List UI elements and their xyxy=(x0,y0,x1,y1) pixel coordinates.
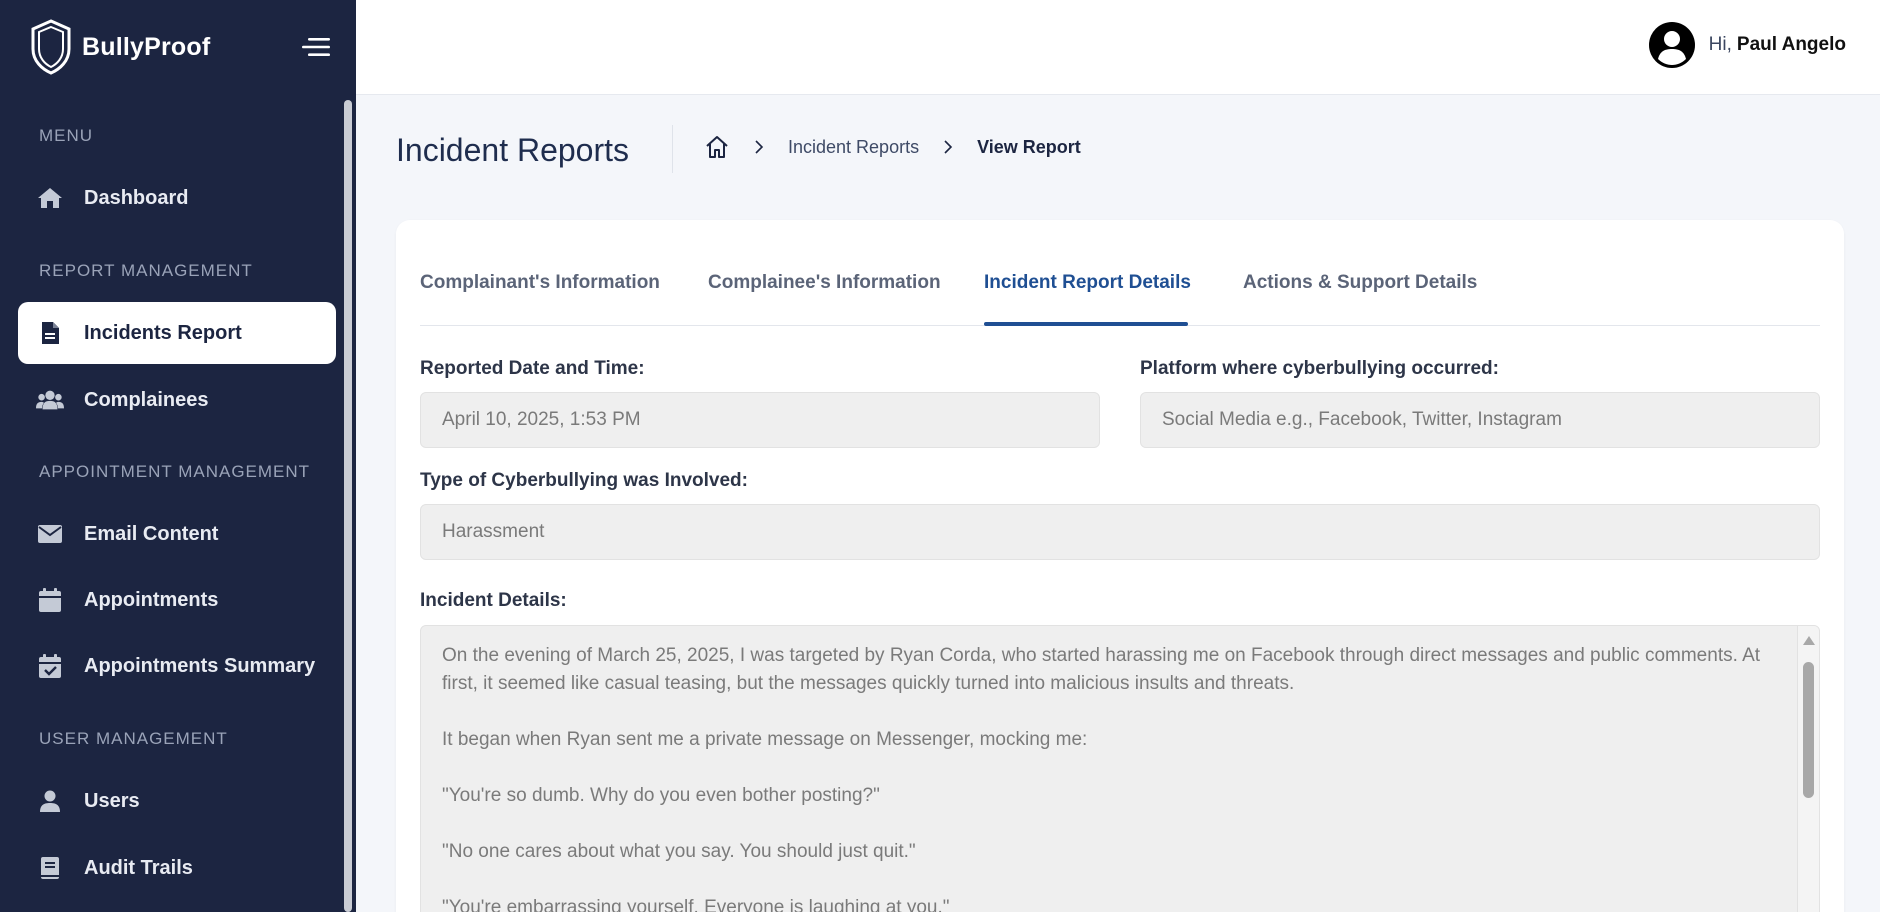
tabs: Complainant's Information Complainee's I… xyxy=(420,220,1820,326)
scroll-thumb[interactable] xyxy=(1803,662,1814,798)
brand[interactable]: BullyProof xyxy=(30,18,210,76)
sidebar-item-appointments[interactable]: Appointments xyxy=(18,569,336,631)
section-label-menu: MENU xyxy=(39,126,94,145)
shield-logo-icon xyxy=(31,19,71,75)
incident-paragraph: It began when Ryan sent me a private mes… xyxy=(442,729,1088,750)
sidebar-item-complainees[interactable]: Complainees xyxy=(18,369,336,431)
chevron-right-icon xyxy=(944,140,953,154)
incident-details-text: On the evening of March 25, 2025, I was … xyxy=(442,642,1782,912)
home-icon[interactable] xyxy=(704,134,730,160)
scroll-up-arrow-icon[interactable] xyxy=(1803,636,1815,645)
sidebar: BullyProof MENU Dashboard REPORT MANAGEM… xyxy=(0,0,356,912)
reported-datetime-field[interactable]: April 10, 2025, 1:53 PM xyxy=(420,392,1100,448)
report-card: Complainant's Information Complainee's I… xyxy=(396,220,1844,912)
incident-paragraph: On the evening of March 25, 2025, I was … xyxy=(442,645,1761,694)
incident-paragraph: "You're embarrassing yourself. Everyone … xyxy=(442,897,950,912)
user-name: Paul Angelo xyxy=(1736,34,1846,55)
sidebar-item-incidents-report[interactable]: Incidents Report xyxy=(18,302,336,364)
breadcrumb-current: View Report xyxy=(977,136,1081,157)
menu-toggle-icon[interactable] xyxy=(300,36,332,58)
section-label-report-management: REPORT MANAGEMENT xyxy=(39,261,253,280)
sidebar-item-label: Email Content xyxy=(84,522,219,545)
sidebar-item-label: Appointments Summary xyxy=(84,654,316,677)
envelope-icon xyxy=(36,520,64,548)
brand-name: BullyProof xyxy=(82,32,211,61)
sidebar-item-appointments-summary[interactable]: Appointments Summary xyxy=(18,635,336,697)
user-icon xyxy=(36,787,64,815)
chevron-right-icon xyxy=(755,140,764,154)
avatar-icon xyxy=(1648,22,1695,68)
breadcrumb: Incident Reports View Report xyxy=(704,134,1081,160)
active-tab-indicator xyxy=(984,322,1188,326)
document-icon xyxy=(36,319,64,347)
sidebar-item-label: Complainees xyxy=(84,388,209,411)
tab-complainants-information[interactable]: Complainant's Information xyxy=(420,272,660,294)
incident-paragraph: "No one cares about what you say. You sh… xyxy=(442,841,916,862)
sidebar-item-audit-trails[interactable]: Audit Trails xyxy=(18,837,336,899)
greeting-text: Hi, xyxy=(1708,34,1732,55)
sidebar-scrollbar[interactable] xyxy=(344,100,352,912)
reported-datetime-label: Reported Date and Time: xyxy=(420,358,645,379)
header-divider xyxy=(672,125,673,173)
sidebar-item-label: Audit Trails xyxy=(84,856,193,879)
page-title: Incident Reports xyxy=(396,132,630,168)
breadcrumb-incident-reports[interactable]: Incident Reports xyxy=(788,137,919,158)
cyberbullying-type-field[interactable]: Harassment xyxy=(420,504,1820,560)
platform-label: Platform where cyberbullying occurred: xyxy=(1140,358,1499,379)
incident-paragraph: "You're so dumb. Why do you even bother … xyxy=(442,785,880,806)
calendar-check-icon xyxy=(36,652,64,680)
topbar: Hi, Paul Angelo xyxy=(356,0,1880,95)
book-icon xyxy=(36,854,64,882)
sidebar-item-label: Dashboard xyxy=(84,186,189,209)
tab-incident-report-details[interactable]: Incident Report Details xyxy=(984,272,1191,294)
sidebar-item-dashboard[interactable]: Dashboard xyxy=(18,167,336,229)
calendar-icon xyxy=(36,586,64,614)
user-menu[interactable]: Hi, Paul Angelo xyxy=(1648,22,1846,68)
sidebar-item-users[interactable]: Users xyxy=(18,770,336,832)
section-label-user-management: USER MANAGEMENT xyxy=(39,729,228,748)
incident-details-textarea[interactable]: On the evening of March 25, 2025, I was … xyxy=(420,625,1820,912)
users-icon xyxy=(36,386,64,414)
incident-details-label: Incident Details: xyxy=(420,590,567,611)
tab-actions-support-details[interactable]: Actions & Support Details xyxy=(1243,272,1477,294)
sidebar-item-label: Users xyxy=(84,789,140,812)
cyberbullying-type-label: Type of Cyberbullying was Involved: xyxy=(420,470,748,491)
tab-complainees-information[interactable]: Complainee's Information xyxy=(708,272,941,294)
sidebar-item-label: Incidents Report xyxy=(84,321,242,344)
sidebar-item-email-content[interactable]: Email Content xyxy=(18,503,336,565)
home-icon xyxy=(36,184,64,212)
sidebar-item-label: Appointments xyxy=(84,588,219,611)
platform-field[interactable]: Social Media e.g., Facebook, Twitter, In… xyxy=(1140,392,1820,448)
section-label-appointment-management: APPOINTMENT MANAGEMENT xyxy=(39,462,311,481)
textarea-scrollbar[interactable] xyxy=(1797,626,1819,912)
